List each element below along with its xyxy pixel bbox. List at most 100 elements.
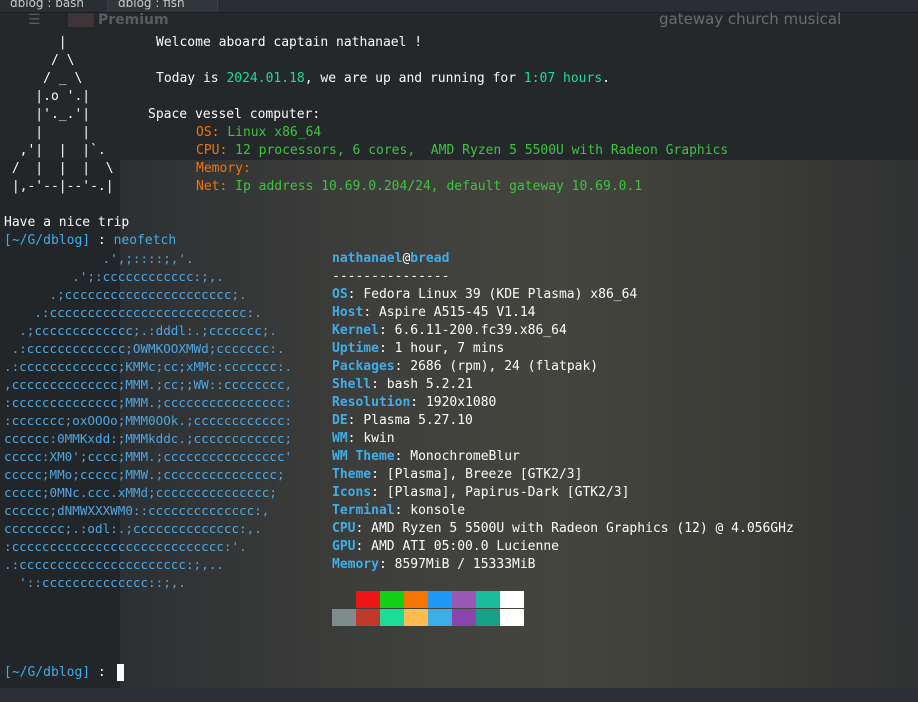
- neofetch-field: Uptime: 1 hour, 7 mins: [332, 341, 505, 356]
- motd-memory-line: Memory:: [196, 161, 251, 176]
- neofetch-field: DE: Plasma 5.27.10: [332, 413, 473, 428]
- neofetch-field-value: Plasma 5.27.10: [363, 413, 473, 428]
- neofetch-field-key: Theme: [332, 467, 372, 482]
- fedora-logo-line: ,cccccccccccccc;MMM.;cc;;WW::cccccccc,: [4, 377, 293, 392]
- neofetch-field: OS: Fedora Linux 39 (KDE Plasma) x86_64: [332, 287, 638, 302]
- hamburger-menu-icon: ☰: [28, 13, 41, 27]
- color-swatch: [404, 591, 428, 608]
- fedora-logo-line: :cccccccccccccc;MMM.;cccccccccccccccc:: [4, 395, 293, 410]
- neofetch-field: WM: kwin: [332, 431, 395, 446]
- color-swatch: [452, 591, 476, 608]
- neofetch-field: Shell: bash 5.2.21: [332, 377, 473, 392]
- motd-date: 2024.01.18: [226, 71, 305, 86]
- color-swatch: [356, 591, 380, 608]
- farewell-message: Have a nice trip: [4, 215, 130, 230]
- neofetch-field-value: 8597MiB / 15333MiB: [394, 557, 536, 572]
- fedora-logo-line: ccccc;0MNc.ccc.xMMd;ccccccccccccccc;: [4, 485, 277, 500]
- neofetch-field-key: Uptime: [332, 341, 379, 356]
- neofetch-field-key: WM: [332, 431, 348, 446]
- fedora-logo-line: cccccc;dNMWXXXWM0::cccccccccccccc:,: [4, 503, 270, 518]
- fedora-logo-line: .:ccccccccccccc;OWMKOOXMWd;ccccccc:.: [4, 341, 285, 356]
- neofetch-field-value: 1 hour, 7 mins: [394, 341, 505, 356]
- neofetch-field-key: Host: [332, 305, 364, 320]
- ship-art-line: / | | | \: [4, 161, 114, 176]
- fedora-logo-line: ccccc;MMo;ccccc;MMW.;ccccccccccccccc;: [4, 467, 285, 482]
- fedora-logo-line: .:ccccccccccccc;KMMc;cc;xMMc:ccccccc:.: [4, 359, 293, 374]
- neofetch-field-key: WM Theme: [332, 449, 395, 464]
- fedora-logo-line: :ccccccc;oxOOOo;MMM0OOk.;cccccccccccc:: [4, 413, 293, 428]
- fedora-logo-line: .:cccccccccccccccccccccccccc:.: [4, 305, 262, 320]
- color-swatch: [476, 609, 500, 626]
- color-swatch: [476, 591, 500, 608]
- neofetch-field-value: bash 5.2.21: [386, 377, 473, 392]
- color-swatch: [428, 591, 452, 608]
- neofetch-field-value: konsole: [410, 503, 466, 518]
- neofetch-field-value: 2686 (rpm), 24 (flatpak): [410, 359, 599, 374]
- neofetch-field: Icons: [Plasma], Papirus-Dark [GTK2/3]: [332, 485, 630, 500]
- ship-art-line: ,'| | |`.: [4, 143, 106, 158]
- youtube-brand-label: Premium: [98, 13, 169, 27]
- neofetch-field-key: CPU: [332, 521, 356, 536]
- color-swatch: [380, 609, 404, 626]
- neofetch-field-value: [Plasma], Breeze [GTK2/3]: [386, 467, 583, 482]
- neofetch-underline: ---------------: [332, 269, 450, 284]
- motd-net-line: Net: Ip address 10.69.0.204/24, default …: [196, 179, 643, 194]
- neofetch-field-value: Aspire A515-45 V1.14: [378, 305, 536, 320]
- fedora-logo-line: .',;::::;,'.: [4, 251, 194, 266]
- neofetch-field-value: MonochromeBlur: [410, 449, 520, 464]
- neofetch-field: CPU: AMD Ryzen 5 5500U with Radeon Graph…: [332, 521, 794, 536]
- neofetch-field: WM Theme: MonochromeBlur: [332, 449, 520, 464]
- neofetch-field-key: OS: [332, 287, 348, 302]
- browser-search-ghost: gateway church musical: [659, 10, 842, 28]
- color-swatch: [428, 609, 452, 626]
- fedora-logo-line: '::cccccccccccccc::;,.: [4, 575, 186, 590]
- fedora-logo-line: .';:cccccccccccc:;,.: [4, 269, 224, 284]
- neofetch-field-key: Memory: [332, 557, 379, 572]
- ship-art-line: / _ \: [4, 71, 106, 86]
- youtube-premium-ghost: ☰ Premium: [28, 13, 169, 27]
- fedora-logo-line: cccccccc;.:odl:.;cccccccccccccc:,.: [4, 521, 262, 536]
- neofetch-field-value: 6.6.11-200.fc39.x86_64: [394, 323, 567, 338]
- neofetch-field: Theme: [Plasma], Breeze [GTK2/3]: [332, 467, 583, 482]
- prompt-line: [~/G/dblog] : neofetch: [4, 233, 177, 248]
- neofetch-user-host: nathanael@bread: [332, 251, 450, 266]
- color-swatch: [500, 591, 524, 608]
- color-swatch: [500, 609, 524, 626]
- fedora-logo-line: :cccccccccccccccccccccccccccc:'.: [4, 539, 247, 554]
- neofetch-field: GPU: AMD ATI 05:00.0 Lucienne: [332, 539, 559, 554]
- ship-art-line: |.o '.|: [4, 89, 106, 104]
- neofetch-field-value: 1920x1080: [425, 395, 497, 410]
- neofetch-field-key: Resolution: [332, 395, 411, 410]
- neofetch-field-value: AMD Ryzen 5 5500U with Radeon Graphics (…: [371, 521, 794, 536]
- tab-dblog-fish[interactable]: dblog : fish: [108, 0, 218, 12]
- ship-art-line: | |: [4, 125, 106, 140]
- neofetch-field-key: Packages: [332, 359, 395, 374]
- tab-dblog-bash[interactable]: dblog : bash: [0, 0, 108, 12]
- neofetch-field-key: Icons: [332, 485, 372, 500]
- neofetch-field: Kernel: 6.6.11-200.fc39.x86_64: [332, 323, 567, 338]
- ship-art-line: |,-'--|--'-.|: [4, 179, 114, 194]
- prompt-path: [~/G/dblog]: [4, 233, 91, 248]
- fedora-logo-line: .;ccccccccccccc;.:dddl:.;ccccccc;.: [4, 323, 277, 338]
- ship-art-line: / \: [4, 53, 106, 68]
- neofetch-field: Memory: 8597MiB / 15333MiB: [332, 557, 536, 572]
- prompt-path: [~/G/dblog]: [4, 665, 91, 680]
- today-line: Today is 2024.01.18, we are up and runni…: [156, 71, 610, 86]
- neofetch-field: Packages: 2686 (rpm), 24 (flatpak): [332, 359, 599, 374]
- color-swatch: [380, 591, 404, 608]
- neofetch-field-key: Kernel: [332, 323, 379, 338]
- neofetch-field-value: AMD ATI 05:00.0 Lucienne: [371, 539, 559, 554]
- neofetch-field: Terminal: konsole: [332, 503, 466, 518]
- prompt-line-active[interactable]: [~/G/dblog] :: [4, 664, 114, 682]
- fedora-logo-line: .;cccccccccccccccccccccc;.: [4, 287, 247, 302]
- color-swatch: [404, 609, 428, 626]
- text-cursor: [117, 664, 124, 681]
- neofetch-field: Host: Aspire A515-45 V1.14: [332, 305, 536, 320]
- color-swatch: [356, 609, 380, 626]
- fedora-logo-line: cccccc:0MMKxdd:;MMMkddc.;cccccccccccc;: [4, 431, 293, 446]
- neofetch-field-value: [Plasma], Papirus-Dark [GTK2/3]: [386, 485, 630, 500]
- motd-os-line: OS: Linux x86_64: [196, 125, 322, 140]
- youtube-logo-icon: [68, 13, 94, 27]
- typed-command: neofetch: [113, 233, 177, 248]
- neofetch-field-value: Fedora Linux 39 (KDE Plasma) x86_64: [363, 287, 638, 302]
